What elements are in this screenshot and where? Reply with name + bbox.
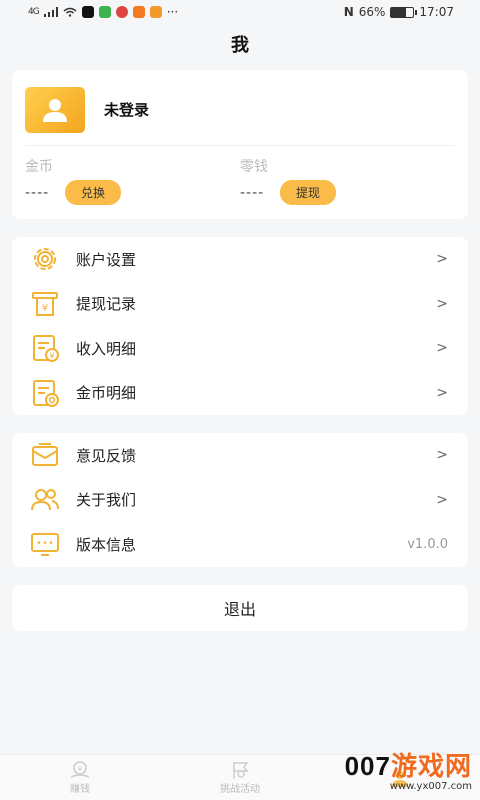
wifi-icon	[63, 7, 77, 17]
menu-item-account-settings[interactable]: 账户设置 >	[12, 237, 468, 282]
chevron-right-icon: >	[436, 251, 448, 268]
menu-item-income-details[interactable]: ¥ 收入明细 >	[12, 326, 468, 371]
svg-text:¥: ¥	[78, 765, 83, 773]
income-document-icon: ¥	[28, 331, 62, 365]
menu-item-label: 关于我们	[76, 491, 137, 510]
profile-card: 未登录 金币 ---- 兑换 零钱 ---- 提现	[12, 70, 468, 219]
tab-earn[interactable]: ¥ 赚钱	[0, 755, 160, 800]
withdraw-button[interactable]: 提现	[280, 180, 337, 205]
chevron-right-icon: >	[436, 384, 448, 401]
menu-item-feedback[interactable]: 意见反馈 >	[12, 433, 468, 478]
me-icon	[392, 770, 408, 787]
tab-label: 挑战活动	[220, 784, 260, 795]
menu-item-label: 意见反馈	[76, 446, 137, 465]
svg-text:¥: ¥	[42, 303, 48, 314]
gear-icon	[28, 242, 62, 276]
coin-document-icon	[28, 376, 62, 410]
user-avatar-icon	[43, 98, 67, 122]
tab-challenge[interactable]: 挑战活动	[160, 755, 320, 800]
svg-text:¥: ¥	[49, 352, 54, 361]
logout-button[interactable]: 退出	[12, 584, 468, 631]
menu-item-label: 账户设置	[76, 250, 137, 269]
chevron-right-icon: >	[436, 491, 448, 508]
login-status[interactable]: 未登录	[104, 99, 149, 120]
menu-item-withdraw-records[interactable]: ¥ 提现记录 >	[12, 282, 468, 327]
withdraw-receipt-icon: ¥	[28, 287, 62, 321]
menu-item-about-us[interactable]: 关于我们 >	[12, 478, 468, 523]
menu-item-label: 版本信息	[76, 535, 137, 554]
feedback-envelope-icon	[28, 438, 62, 472]
coins-section: 金币 ---- 兑换	[25, 156, 240, 205]
change-section: 零钱 ---- 提现	[240, 156, 455, 205]
clock: 17:07	[419, 5, 454, 19]
tab-me[interactable]	[320, 755, 480, 800]
menu-group-account: 账户设置 > ¥ 提现记录 > ¥ 收入明细 > 金币明细 >	[12, 237, 468, 415]
flag-icon	[233, 762, 249, 779]
bottom-tab-bar: ¥ 赚钱 挑战活动	[0, 754, 480, 800]
tiktok-app-icon	[81, 6, 94, 18]
menu-item-label: 提现记录	[76, 295, 137, 314]
menu-group-about: 意见反馈 > 关于我们 > 版本信息 v1.0.0	[12, 433, 468, 567]
menu-item-label: 金币明细	[76, 384, 137, 403]
menu-item-label: 收入明细	[76, 339, 137, 358]
profile-row[interactable]: 未登录	[25, 80, 455, 146]
more-notifications-icon: ···	[166, 5, 179, 19]
coins-label: 金币	[25, 159, 53, 175]
coins-value: ----	[25, 184, 50, 201]
status-bar: 4G ··· N 66% 17:07	[0, 0, 480, 24]
signal-indicator: 4G	[28, 7, 40, 17]
video-app-icon	[132, 6, 145, 18]
title-bar: 我	[0, 24, 480, 64]
chevron-right-icon: >	[436, 295, 448, 312]
page-title: 我	[231, 35, 249, 56]
exchange-button[interactable]: 兑换	[65, 180, 122, 205]
nfc-icon: N	[343, 5, 354, 19]
battery-icon	[390, 6, 418, 18]
menu-item-coin-details[interactable]: 金币明细 >	[12, 371, 468, 416]
avatar[interactable]	[25, 86, 85, 133]
version-number: v1.0.0	[407, 536, 448, 552]
pin-app-icon	[115, 6, 128, 18]
change-value: ----	[240, 184, 265, 201]
users-icon	[28, 483, 62, 517]
chevron-right-icon: >	[436, 340, 448, 357]
tab-label: 赚钱	[70, 784, 90, 795]
orange-app-icon	[149, 6, 162, 18]
green-app-icon	[98, 6, 111, 18]
wallet-row: 金币 ---- 兑换 零钱 ---- 提现	[25, 156, 455, 205]
menu-item-version-info[interactable]: 版本信息 v1.0.0	[12, 522, 468, 567]
chevron-right-icon: >	[436, 447, 448, 464]
earn-icon: ¥	[70, 761, 90, 778]
signal-bars-icon	[43, 7, 58, 17]
battery-percent: 66%	[358, 5, 386, 19]
monitor-icon	[28, 527, 62, 561]
change-label: 零钱	[240, 159, 268, 175]
